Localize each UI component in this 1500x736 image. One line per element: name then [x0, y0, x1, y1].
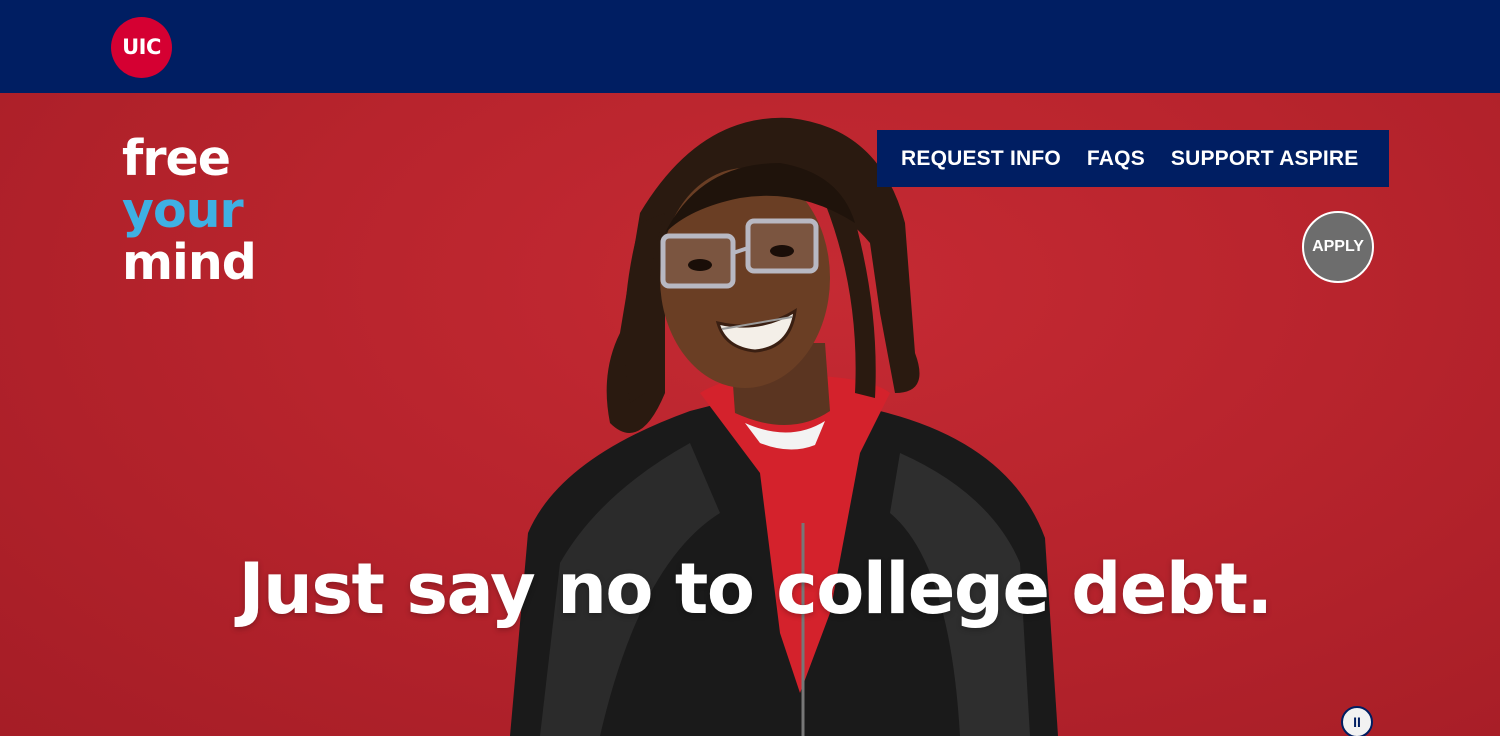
free-your-mind-tagline: free your mind — [122, 130, 257, 291]
eye-right — [770, 245, 794, 257]
nav-faqs[interactable]: FAQS — [1087, 147, 1145, 171]
tagline-line-1: free — [122, 130, 231, 187]
uic-logo[interactable]: UIC — [111, 17, 172, 78]
apply-button[interactable]: APPLY — [1302, 211, 1374, 283]
nav-request-info[interactable]: REQUEST INFO — [901, 147, 1061, 171]
nav-support-aspire[interactable]: SUPPORT ASPIRE — [1171, 147, 1359, 171]
hero-headline: Just say no to college debt. — [238, 548, 1273, 630]
tagline-line-2: your — [122, 182, 244, 239]
page: UIC Just say no to college debt. free yo… — [0, 0, 1500, 736]
tagline-line-3: mind — [122, 234, 257, 291]
eye-left — [688, 259, 712, 271]
pause-icon: II — [1353, 714, 1361, 730]
main-nav: REQUEST INFO FAQS SUPPORT ASPIRE — [877, 130, 1389, 187]
top-header-bar: UIC — [0, 0, 1500, 93]
pause-button[interactable]: II — [1341, 706, 1373, 736]
